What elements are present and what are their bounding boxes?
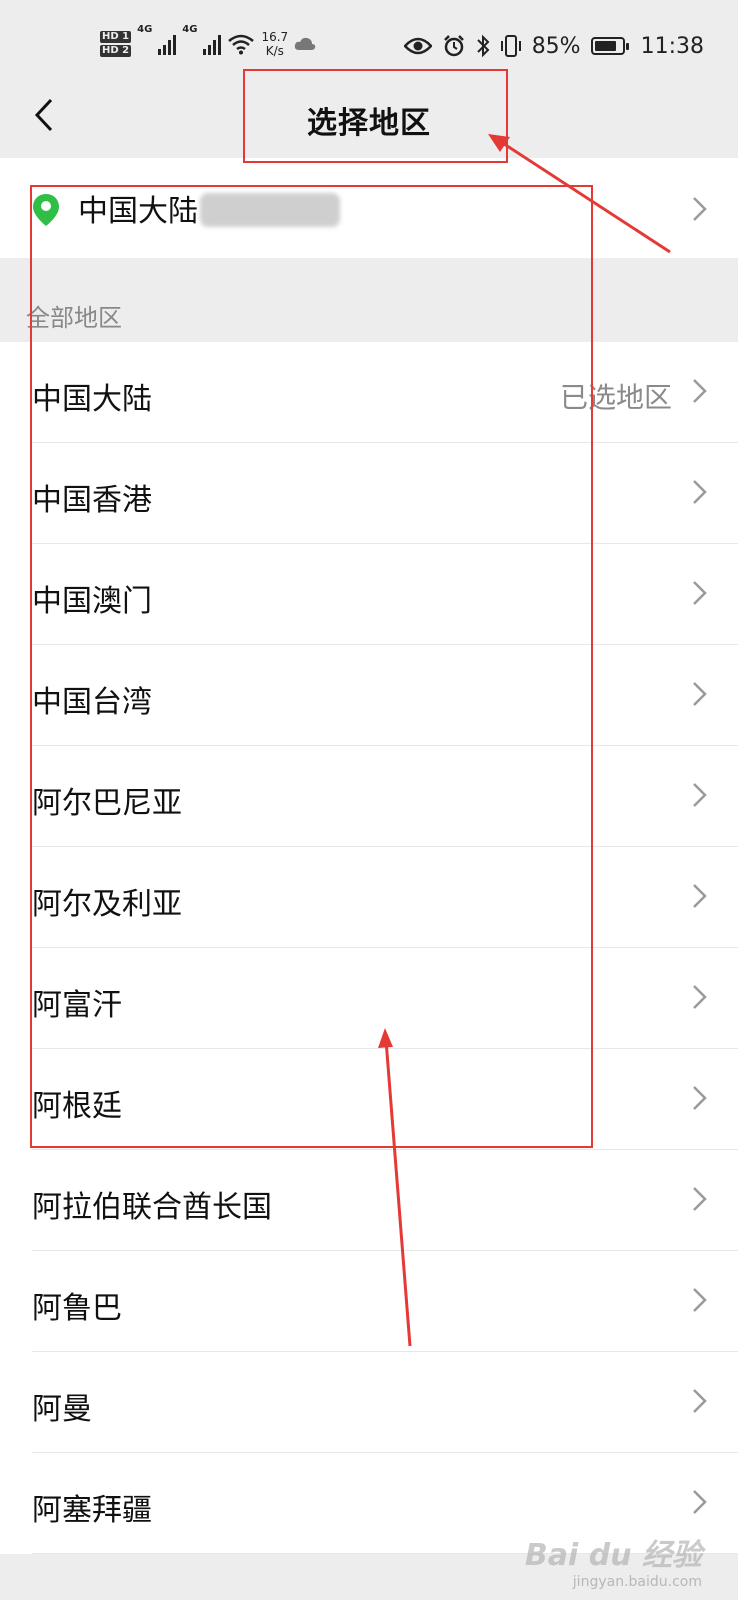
region-item[interactable]: 中国香港 xyxy=(0,443,738,544)
current-location-row[interactable]: 中国大陆 xyxy=(0,158,738,258)
speed-unit: K/s xyxy=(265,44,284,58)
bluetooth-icon xyxy=(476,34,490,58)
region-selected-note: 已选地区 xyxy=(559,381,672,414)
network-type-2: 4G xyxy=(182,24,198,35)
region-item[interactable]: 阿富汗 xyxy=(0,948,738,1049)
signal-icon-2 xyxy=(203,33,222,55)
location-pin-icon xyxy=(33,194,59,226)
chevron-right-icon xyxy=(693,985,707,1009)
region-name: 阿曼 xyxy=(32,1392,92,1427)
vibrate-icon xyxy=(500,35,521,57)
eye-icon xyxy=(403,37,432,55)
chevron-right-icon xyxy=(693,197,707,221)
watermark-site: jingyan.baidu.com xyxy=(572,1574,702,1590)
chevron-right-icon xyxy=(693,682,707,706)
network-speed: 16.7 K/s xyxy=(261,30,288,58)
chevron-right-icon xyxy=(693,783,707,807)
cloud-icon xyxy=(295,37,316,50)
chevron-right-icon xyxy=(693,884,707,908)
region-item[interactable]: 阿拉伯联合酋长国 xyxy=(0,1150,738,1251)
signal-icon xyxy=(158,33,177,55)
watermark-brand: Bai du 经验 xyxy=(524,1538,702,1573)
region-list: 中国大陆 已选地区中国香港中国澳门中国台湾阿尔巴尼亚阿尔及利亚阿富汗阿根廷阿拉伯联… xyxy=(0,342,738,1554)
wifi-icon xyxy=(228,34,255,55)
region-name: 阿尔巴尼亚 xyxy=(32,786,182,821)
hd2-label: HD 2 xyxy=(100,45,132,57)
hd-indicator: HD 1 HD 2 xyxy=(100,31,132,57)
region-item[interactable]: 阿尔巴尼亚 xyxy=(0,746,738,847)
watermark: Bai du 经验 jingyan.baidu.com xyxy=(525,1530,702,1590)
region-name: 阿根廷 xyxy=(32,1089,122,1124)
region-name: 阿富汗 xyxy=(32,988,122,1023)
hd1-label: HD 1 xyxy=(100,31,132,43)
chevron-right-icon xyxy=(693,581,707,605)
status-right: 85% 11:38 xyxy=(403,26,704,66)
region-name: 阿鲁巴 xyxy=(32,1291,122,1326)
region-item[interactable]: 阿根廷 xyxy=(0,1049,738,1150)
nav-bar: 选择地区 xyxy=(0,70,738,160)
battery-percent: 85% xyxy=(531,33,581,59)
region-name: 阿尔及利亚 xyxy=(32,887,182,922)
region-name: 中国台湾 xyxy=(32,685,152,720)
alarm-icon xyxy=(443,35,464,57)
chevron-right-icon xyxy=(693,379,707,403)
chevron-right-icon xyxy=(693,480,707,504)
region-name: 中国大陆 xyxy=(32,382,152,417)
region-item[interactable]: 中国澳门 xyxy=(0,544,738,645)
region-name: 阿拉伯联合酋长国 xyxy=(32,1190,272,1225)
clock-time: 11:38 xyxy=(640,33,704,59)
region-item[interactable]: 阿曼 xyxy=(0,1352,738,1453)
chevron-right-icon xyxy=(693,1086,707,1110)
network-type-1: 4G xyxy=(137,24,153,35)
region-item[interactable]: 阿尔及利亚 xyxy=(0,847,738,948)
region-name: 中国香港 xyxy=(32,483,152,518)
redacted-area xyxy=(200,193,340,227)
region-item[interactable]: 中国台湾 xyxy=(0,645,738,746)
chevron-right-icon xyxy=(693,1389,707,1413)
chevron-right-icon xyxy=(693,1187,707,1211)
status-left: HD 1 HD 2 4G 4G 16.7 K/s xyxy=(100,22,316,66)
region-item[interactable]: 中国大陆 已选地区 xyxy=(0,342,738,443)
page-title: 选择地区 xyxy=(307,106,431,141)
battery-icon xyxy=(590,37,629,55)
current-location-name: 中国大陆 xyxy=(78,194,198,229)
section-header-label: 全部地区 xyxy=(26,304,122,332)
battery-fill xyxy=(594,41,617,51)
chevron-right-icon xyxy=(693,1288,707,1312)
region-item[interactable]: 阿鲁巴 xyxy=(0,1251,738,1352)
section-header: 全部地区 xyxy=(0,258,738,342)
speed-value: 16.7 xyxy=(261,30,289,44)
chevron-right-icon xyxy=(693,1490,707,1514)
region-name: 中国澳门 xyxy=(32,584,152,619)
region-name: 阿塞拜疆 xyxy=(32,1493,152,1528)
